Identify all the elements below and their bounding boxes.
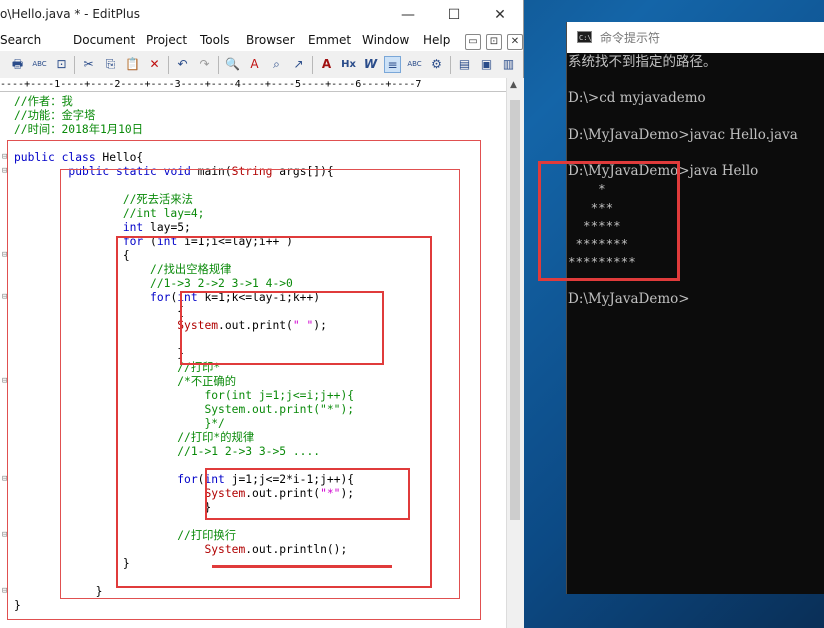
- line-number-icon[interactable]: ≡: [384, 56, 401, 73]
- abc-icon[interactable]: ABC: [406, 56, 423, 73]
- redo-icon[interactable]: ↷: [196, 56, 213, 73]
- code-token: //功能：金字塔: [14, 109, 96, 122]
- word-wrap-icon[interactable]: W: [362, 56, 379, 73]
- annotation-space-loop-box: [180, 291, 384, 365]
- preview-icon[interactable]: ⊡: [53, 56, 70, 73]
- scrollbar-thumb[interactable]: [510, 100, 520, 520]
- cliptext-icon[interactable]: ▥: [500, 56, 517, 73]
- cmd-console-output[interactable]: 系统找不到指定的路径。 D:\>cd myjavademo D:\MyJavaDem…: [567, 53, 824, 594]
- code-line[interactable]: //功能：金字塔: [14, 109, 95, 123]
- toolbar-separator: [218, 56, 219, 74]
- cmd-app-icon: C:\: [577, 31, 592, 43]
- annotation-underline: [212, 565, 392, 568]
- toolbar-separator: [74, 56, 75, 74]
- code-line[interactable]: //时间：2018年1月10日: [14, 123, 143, 137]
- code-token: //作者：我: [14, 95, 73, 108]
- tile-doc-icon[interactable]: ⊡: [486, 34, 502, 50]
- annotation-star-loop-box: [205, 468, 410, 520]
- paste-icon[interactable]: 📋: [124, 56, 141, 73]
- cmd-titlebar[interactable]: C:\ 命令提示符: [567, 22, 824, 53]
- cmd-title: 命令提示符: [600, 31, 661, 45]
- toolbar-separator: [168, 56, 169, 74]
- cmd-output-line: D:\MyJavaDemo>: [568, 290, 690, 307]
- font-icon[interactable]: A: [318, 56, 335, 73]
- close-doc-icon[interactable]: ✕: [507, 34, 523, 50]
- minimize-button[interactable]: —: [385, 0, 431, 31]
- menu-tools[interactable]: Tools: [200, 33, 230, 47]
- spell-check-icon[interactable]: ABC: [31, 56, 48, 73]
- copy-icon[interactable]: ⎘: [102, 56, 119, 73]
- menu-project[interactable]: Project: [146, 33, 187, 47]
- toolbar-separator: [312, 56, 313, 74]
- delete-icon[interactable]: ✕: [146, 56, 163, 73]
- goto-icon[interactable]: ↗: [290, 56, 307, 73]
- hex-view-icon[interactable]: Hx: [340, 56, 357, 73]
- menu-window[interactable]: Window: [362, 33, 409, 47]
- restore-doc-icon[interactable]: ▭: [465, 34, 481, 50]
- scroll-up-icon[interactable]: ▲: [510, 80, 517, 90]
- cmd-output-line: 系统找不到指定的路径。: [568, 54, 717, 70]
- output-window-icon[interactable]: ▣: [478, 56, 495, 73]
- menu-bar: Search Document Project Tools Browser Em…: [0, 31, 523, 51]
- menu-search[interactable]: Search: [0, 33, 41, 47]
- editplus-titlebar[interactable]: o\Hello.java * - EditPlus — ☐ ✕: [0, 0, 523, 31]
- settings-icon[interactable]: ⚙: [428, 56, 445, 73]
- cmd-output-line: D:\MyJavaDemo>javac Hello.java: [568, 126, 798, 143]
- code-token: //时间：2018年1月10日: [14, 123, 143, 136]
- toolbar-separator: [450, 56, 451, 74]
- replace-icon[interactable]: A: [246, 56, 263, 73]
- menu-emmet[interactable]: Emmet: [308, 33, 351, 47]
- undo-icon[interactable]: ↶: [174, 56, 191, 73]
- find-in-files-icon[interactable]: ⌕: [268, 56, 285, 73]
- close-button[interactable]: ✕: [477, 0, 523, 31]
- window-title: o\Hello.java * - EditPlus: [0, 7, 140, 21]
- menu-help[interactable]: Help: [423, 33, 450, 47]
- cmd-window: C:\ 命令提示符 系统找不到指定的路径。 D:\>cd myjavademo D:…: [566, 22, 824, 594]
- print-icon[interactable]: 🖶: [9, 56, 26, 73]
- menu-browser[interactable]: Browser: [246, 33, 295, 47]
- find-icon[interactable]: 🔍: [224, 56, 241, 73]
- annotation-output-box: [538, 161, 680, 281]
- maximize-button[interactable]: ☐: [431, 0, 477, 31]
- editplus-window: o\Hello.java * - EditPlus — ☐ ✕ Search D…: [0, 0, 524, 628]
- cut-icon[interactable]: ✂: [80, 56, 97, 73]
- annotation-outer-loop-box: [116, 236, 432, 588]
- vertical-scrollbar[interactable]: ▲: [506, 78, 524, 628]
- toolbar: 🖶 ABC ⊡ ✂ ⎘ 📋 ✕ ↶ ↷ 🔍 A ⌕ ↗ A Hx W ≡ ABC…: [0, 51, 523, 79]
- code-line[interactable]: //作者：我: [14, 95, 73, 109]
- cmd-output-line: D:\>cd myjavademo: [568, 90, 706, 107]
- view-toggle-icon[interactable]: ▤: [456, 56, 473, 73]
- column-ruler: ----+----1----+----2----+----3----+----4…: [0, 78, 506, 92]
- menu-document[interactable]: Document: [73, 33, 135, 47]
